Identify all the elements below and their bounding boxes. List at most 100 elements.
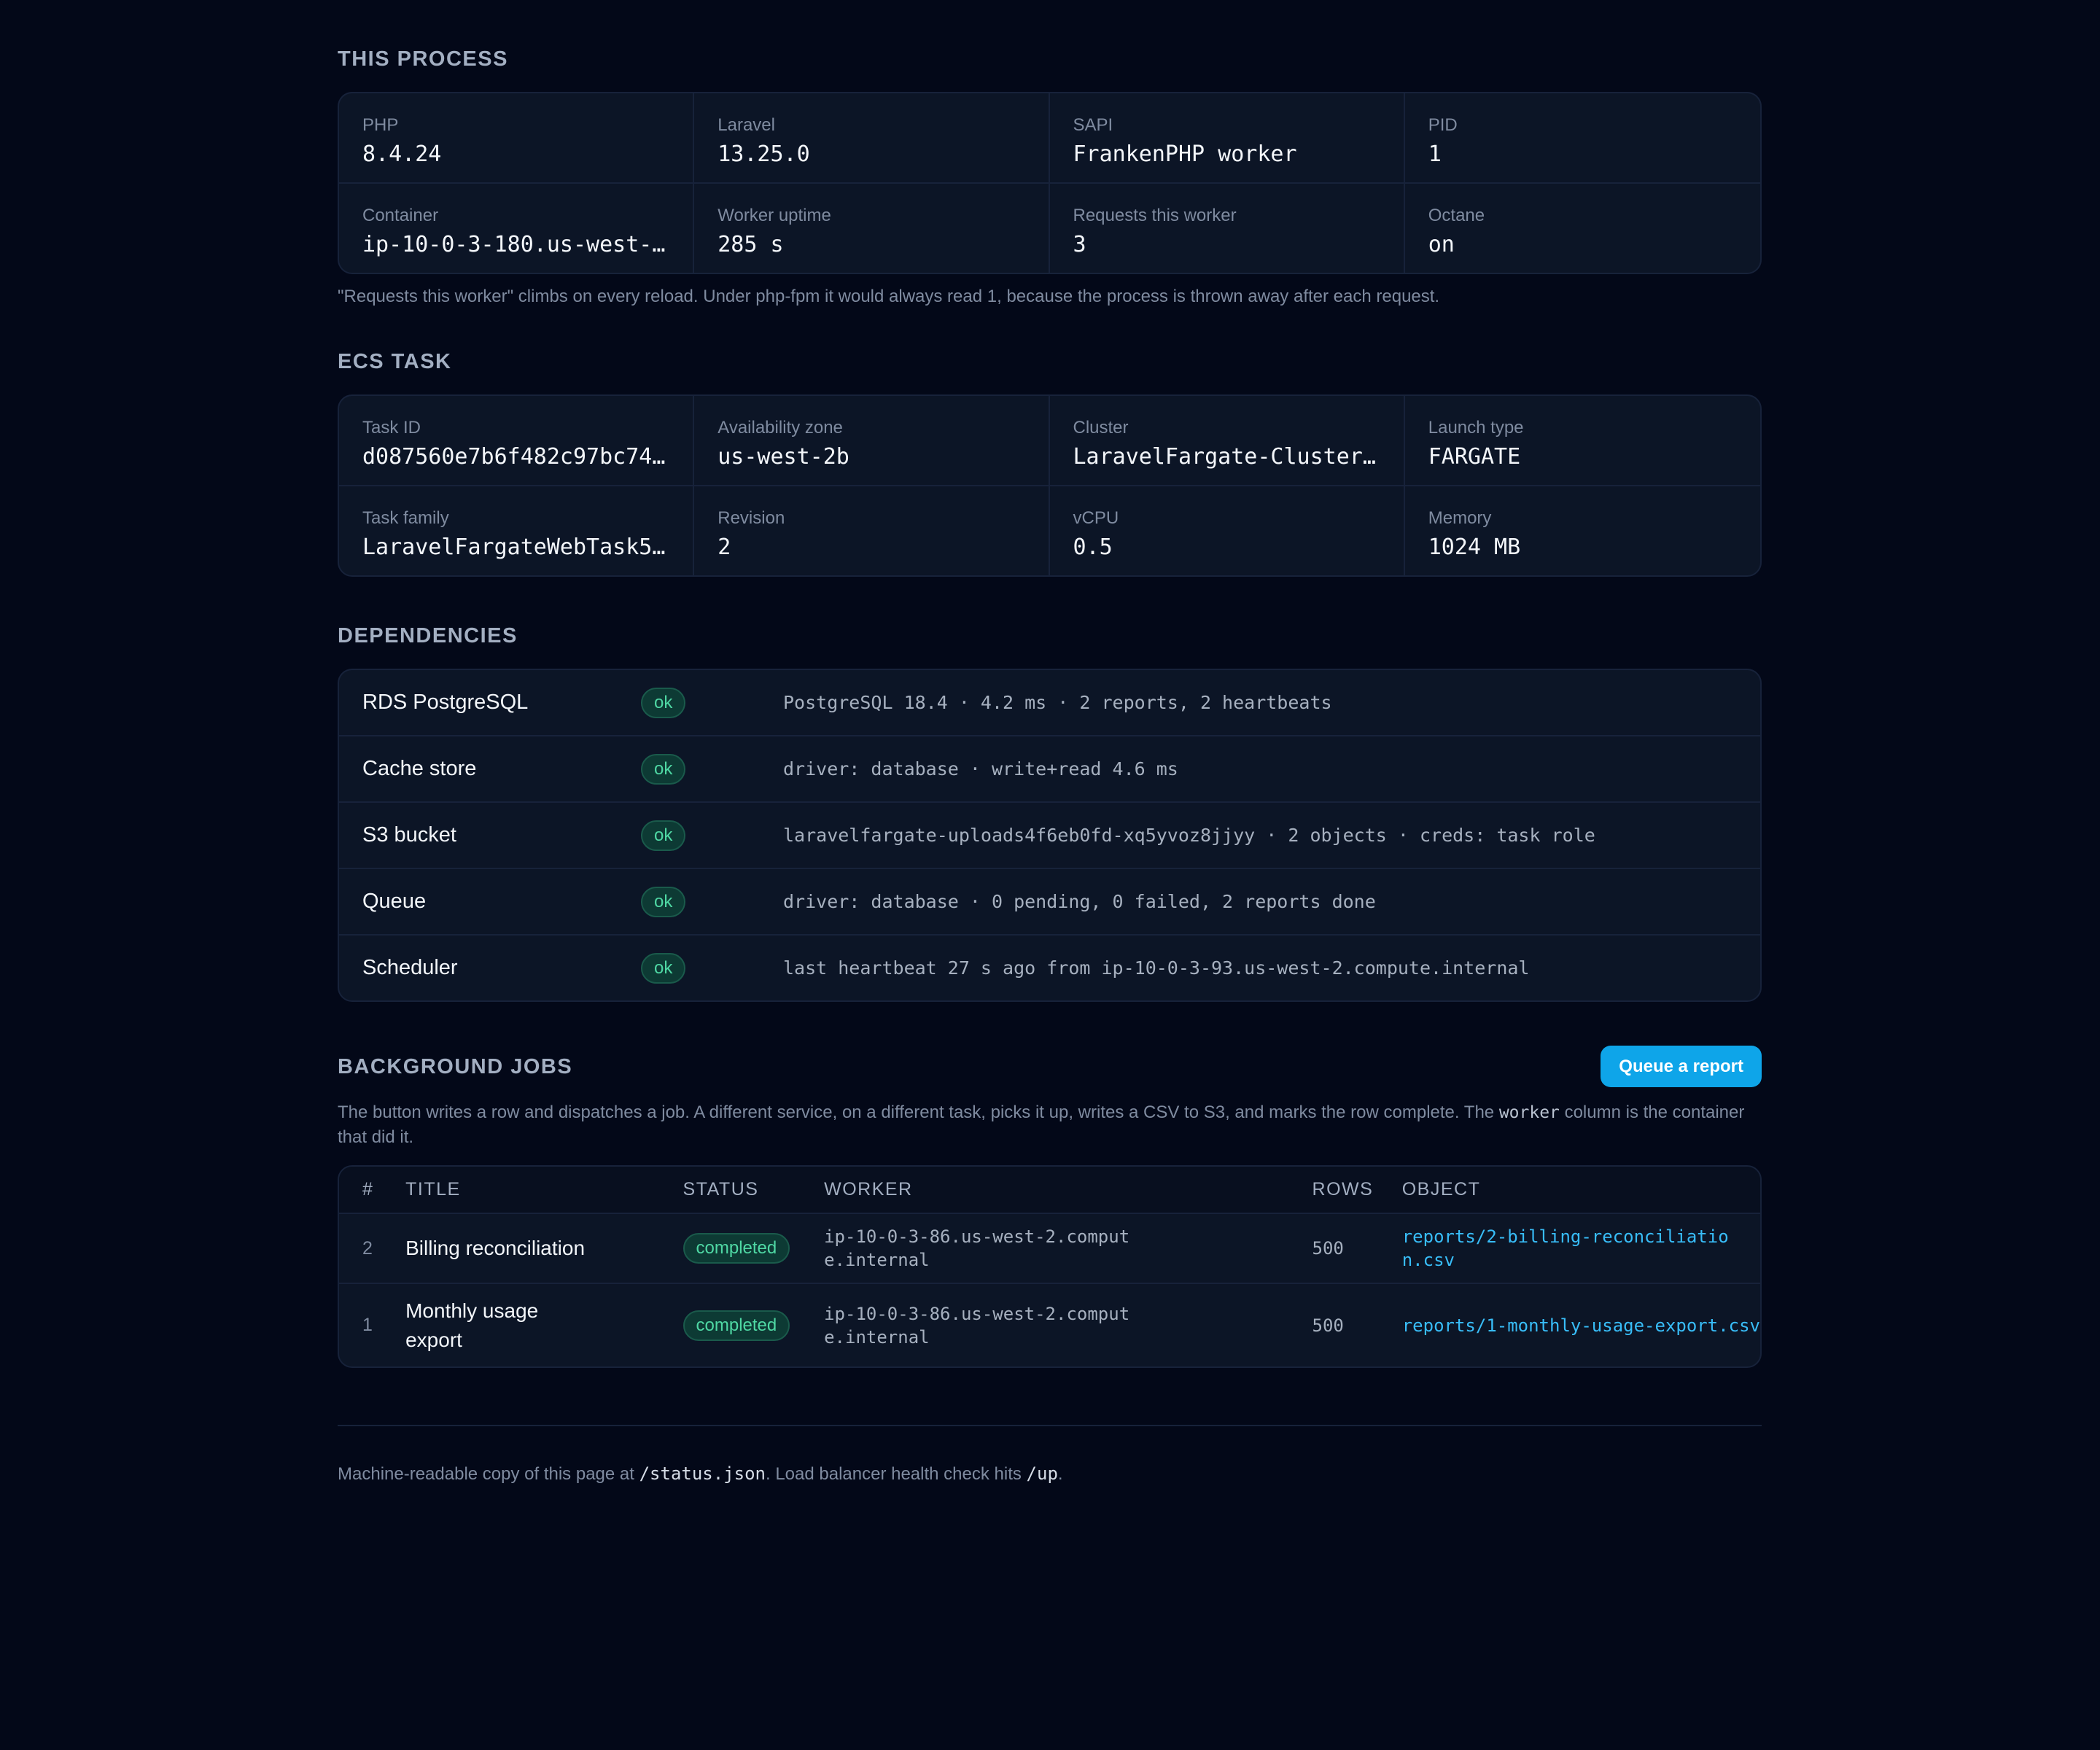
dependency-row-cache: Cache store ok driver: database · write+…: [339, 736, 1760, 803]
cell-value: ip-10-0-3-180.us-west-2.compute.internal: [362, 232, 669, 257]
cell-label: Octane: [1428, 206, 1485, 225]
jobs-note-code: worker: [1498, 1103, 1560, 1122]
footer-divider: [338, 1425, 1762, 1426]
health-check-path[interactable]: /up: [1027, 1463, 1058, 1484]
process-php: PHP 8.4.24: [339, 93, 695, 184]
column-header-title: TITLE: [405, 1179, 461, 1199]
status-badge: ok: [641, 886, 686, 917]
cell-label: Worker uptime: [718, 206, 831, 225]
cell-label: Task family: [362, 508, 449, 528]
column-header-status: STATUS: [682, 1179, 759, 1199]
status-badge: completed: [682, 1310, 790, 1341]
cell-label: PHP: [362, 115, 399, 135]
cell-value: LaravelFargateWebTask584…: [362, 534, 670, 560]
process-container: Container ip-10-0-3-180.us-west-2.comput…: [339, 184, 695, 273]
section-title-dependencies: Dependencies: [338, 624, 518, 648]
job-worker: ip-10-0-3-86.us-west-2.compute.internal: [824, 1303, 1130, 1348]
cell-label: Launch type: [1428, 418, 1524, 438]
jobs-table: # TITLE STATUS WORKER ROWS OBJECT 2 Bill…: [339, 1167, 1760, 1366]
ecs-task-family: Task family LaravelFargateWebTask584…: [339, 486, 695, 575]
footer-text: . Load balancer health check hits: [765, 1464, 1027, 1484]
cell-value: d087560e7b6f482c97bc74b9…: [362, 444, 670, 470]
section-title-ecs: ECS task: [338, 350, 452, 373]
process-worker-uptime: Worker uptime 285 s: [694, 184, 1050, 273]
ecs-vcpu: vCPU 0.5: [1050, 486, 1405, 575]
cell-value: 285 s: [718, 232, 784, 257]
process-sapi: SAPI FrankenPHP worker: [1049, 93, 1405, 184]
dependency-detail: driver: database · write+read 4.6 ms: [783, 758, 1178, 779]
dependency-name: S3 bucket: [362, 823, 456, 847]
cell-value: 8.4.24: [362, 141, 442, 167]
cell-label: SAPI: [1073, 115, 1113, 135]
column-header-object: OBJECT: [1401, 1179, 1481, 1199]
dependency-name: Queue: [362, 890, 427, 913]
footer-text: .: [1057, 1464, 1063, 1484]
dependency-detail: laravelfargate-uploads4f6eb0fd-xq5yvoz8j…: [783, 825, 1595, 846]
jobs-header: Background jobs Queue a report: [338, 1046, 1762, 1087]
cell-value: 2: [718, 534, 731, 560]
job-object-link[interactable]: reports/1-monthly-usage-export.csv: [1402, 1283, 1760, 1366]
job-object-link[interactable]: reports/2-billing-reconciliation.csv: [1402, 1213, 1760, 1283]
job-rows: 500: [1312, 1315, 1344, 1336]
status-badge: ok: [641, 820, 686, 851]
job-id: 2: [362, 1237, 373, 1259]
process-note: "Requests this worker" climbs on every r…: [338, 287, 1440, 306]
job-id: 1: [362, 1315, 373, 1335]
cell-label: Availability zone: [718, 418, 843, 438]
jobs-table-card: # TITLE STATUS WORKER ROWS OBJECT 2 Bill…: [338, 1165, 1762, 1368]
dependency-detail: PostgreSQL 18.4 · 4.2 ms · 2 reports, 2 …: [783, 692, 1332, 713]
ecs-cluster: Cluster LaravelFargate-ClusterEB…: [1049, 396, 1405, 486]
cell-label: Container: [362, 206, 439, 225]
footer-text: Machine-readable copy of this page at: [338, 1464, 639, 1484]
job-worker: ip-10-0-3-86.us-west-2.compute.internal: [824, 1226, 1130, 1270]
process-pid: PID 1: [1404, 93, 1760, 184]
cell-label: Revision: [718, 508, 785, 528]
cell-value: LaravelFargate-ClusterEB…: [1073, 444, 1380, 470]
ecs-card: Task ID d087560e7b6f482c97bc74b9… Availa…: [338, 394, 1762, 577]
dependency-row-scheduler: Scheduler ok last heartbeat 27 s ago fro…: [339, 936, 1760, 1000]
status-badge: ok: [641, 753, 686, 785]
column-header-rows: ROWS: [1312, 1179, 1374, 1199]
process-requests: Requests this worker 3: [1050, 184, 1405, 273]
column-header-id: #: [362, 1179, 374, 1199]
dependency-detail: last heartbeat 27 s ago from ip-10-0-3-9…: [783, 957, 1530, 979]
jobs-note-text: The button writes a row and dispatches a…: [338, 1102, 1499, 1122]
queue-report-button[interactable]: Queue a report: [1601, 1046, 1762, 1087]
dependency-name: Cache store: [362, 757, 477, 780]
ecs-memory: Memory 1024 MB: [1405, 486, 1760, 575]
cell-label: Memory: [1428, 508, 1492, 528]
jobs-note: The button writes a row and dispatches a…: [338, 1100, 1762, 1149]
cell-value: FrankenPHP worker: [1073, 141, 1297, 167]
cell-label: Requests this worker: [1073, 206, 1237, 225]
cell-value: us-west-2b: [718, 444, 849, 470]
dependency-name: Scheduler: [362, 956, 458, 979]
cell-value: 0.5: [1073, 534, 1113, 560]
cell-label: Cluster: [1073, 418, 1129, 438]
dependency-row-s3: S3 bucket ok laravelfargate-uploads4f6eb…: [339, 803, 1760, 869]
status-json-path[interactable]: /status.json: [639, 1463, 766, 1484]
cell-label: vCPU: [1073, 508, 1119, 528]
cell-value: on: [1428, 232, 1455, 257]
cell-value: 13.25.0: [718, 141, 810, 167]
dependency-detail: driver: database · 0 pending, 0 failed, …: [783, 891, 1376, 912]
status-badge: ok: [641, 952, 686, 984]
ecs-task-id: Task ID d087560e7b6f482c97bc74b9…: [339, 396, 695, 486]
status-badge: ok: [641, 687, 686, 718]
job-rows: 500: [1312, 1238, 1344, 1259]
cell-value: 3: [1073, 232, 1086, 257]
ecs-revision: Revision 2: [694, 486, 1050, 575]
section-title-jobs: Background jobs: [338, 1054, 573, 1078]
job-title: Monthly usage export: [405, 1299, 539, 1351]
job-title: Billing reconciliation: [405, 1237, 586, 1259]
status-page: This process PHP 8.4.24 Laravel 13.25.0 …: [338, 0, 1762, 1487]
column-header-worker: WORKER: [824, 1179, 913, 1199]
cell-value: 1: [1428, 141, 1442, 167]
status-badge: completed: [682, 1233, 790, 1264]
cell-label: Task ID: [362, 418, 421, 438]
table-row: 2 Billing reconciliation completed ip-10…: [339, 1213, 1760, 1283]
footer: Machine-readable copy of this page at /s…: [338, 1461, 1762, 1487]
cell-value: 1024 MB: [1428, 534, 1521, 560]
section-title-process: This process: [338, 47, 508, 71]
cell-label: Laravel: [718, 115, 775, 135]
process-laravel: Laravel 13.25.0: [694, 93, 1050, 184]
